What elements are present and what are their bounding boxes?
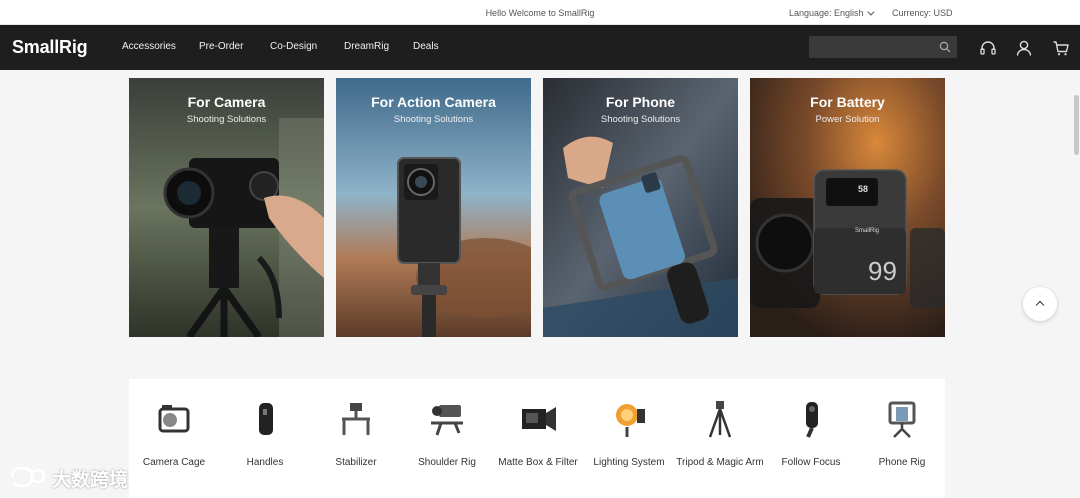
- hero-card-battery[interactable]: 58 SmallRig 99 For Battery Power Solutio…: [750, 78, 945, 337]
- language-selector[interactable]: Language: English: [789, 8, 875, 18]
- hero-subtitle: Shooting Solutions: [393, 114, 474, 125]
- category-stabilizer[interactable]: Stabilizer: [311, 379, 401, 498]
- nav-item-pre-order[interactable]: Pre-Order: [199, 41, 243, 52]
- watermark-text: 大数跨境: [52, 470, 129, 491]
- nav-item-dreamrig[interactable]: DreamRig: [344, 41, 389, 52]
- hero-title: For Camera: [187, 94, 266, 110]
- category-label: Lighting System: [593, 457, 665, 468]
- hero-subtitle: Shooting Solutions: [600, 114, 681, 125]
- category-follow-focus[interactable]: Follow Focus: [766, 379, 856, 498]
- main-navbar: SmallRig Accessories Pre-Order Co-Design…: [0, 25, 1080, 70]
- handle-icon: [259, 403, 273, 435]
- follow-focus-icon: [806, 402, 818, 438]
- category-label: Handles: [246, 457, 284, 468]
- user-account-icon[interactable]: [1015, 39, 1033, 57]
- battery-brand: SmallRig: [855, 228, 880, 234]
- currency-selector[interactable]: Currency: USD: [892, 8, 953, 18]
- language-label: Language: English: [789, 8, 864, 18]
- scrollbar-thumb[interactable]: [1074, 95, 1079, 155]
- search-box: [809, 36, 957, 58]
- cart-icon[interactable]: [1052, 39, 1070, 57]
- shoulder-rig-icon: [431, 405, 463, 436]
- category-tripod[interactable]: Tripod & Magic Arm: [675, 379, 765, 498]
- search-input[interactable]: [809, 36, 934, 58]
- smallrig-logo[interactable]: SmallRig: [12, 37, 88, 58]
- tripod-icon: [708, 401, 732, 438]
- category-matte-box[interactable]: Matte Box & Filter: [493, 379, 583, 498]
- battery-percent: 58: [858, 184, 869, 194]
- category-label: Shoulder Rig: [418, 457, 476, 468]
- hero-subtitle: Shooting Solutions: [186, 114, 267, 125]
- camera-cage-icon: [158, 405, 190, 433]
- light-icon: [616, 404, 645, 437]
- nav-item-deals[interactable]: Deals: [413, 41, 439, 52]
- chevron-up-icon: [1035, 300, 1045, 310]
- battery-model: 99: [868, 256, 897, 286]
- category-phone-rig[interactable]: Phone Rig: [857, 379, 947, 498]
- nav-item-accessories[interactable]: Accessories: [122, 41, 176, 52]
- category-shoulder-rig[interactable]: Shoulder Rig: [402, 379, 492, 498]
- category-label: Stabilizer: [335, 457, 377, 468]
- watermark: 大数跨境: [8, 462, 143, 492]
- matte-box-icon: [522, 407, 556, 431]
- phone-rig-icon: [888, 401, 916, 438]
- hero-card-phone[interactable]: For Phone Shooting Solutions: [543, 78, 738, 337]
- category-handles[interactable]: Handles: [220, 379, 310, 498]
- category-label: Tripod & Magic Arm: [676, 457, 764, 468]
- watermark-logo-icon: [10, 466, 46, 488]
- category-label: Phone Rig: [878, 457, 926, 468]
- category-label: Matte Box & Filter: [498, 457, 578, 468]
- hero-title: For Action Camera: [371, 94, 496, 110]
- scroll-to-top-button[interactable]: [1023, 287, 1057, 321]
- category-panel: Camera Cage Handles Stabilizer Shoulder …: [129, 379, 945, 498]
- hero-title: For Phone: [605, 94, 676, 110]
- headset-support-icon[interactable]: [979, 39, 997, 57]
- category-label: Follow Focus: [781, 457, 841, 468]
- top-announcement-bar: Hello Welcome to SmallRig Language: Engl…: [0, 0, 1080, 25]
- hero-title: For Battery: [810, 94, 885, 110]
- hero-subtitle: Power Solution: [815, 114, 880, 125]
- stabilizer-icon: [342, 403, 370, 435]
- category-lighting-system[interactable]: Lighting System: [584, 379, 674, 498]
- hero-card-action-camera[interactable]: For Action Camera Shooting Solutions: [336, 78, 531, 337]
- nav-item-co-design[interactable]: Co-Design: [270, 41, 317, 52]
- hero-card-camera[interactable]: For Camera Shooting Solutions: [129, 78, 324, 337]
- search-icon[interactable]: [939, 41, 951, 53]
